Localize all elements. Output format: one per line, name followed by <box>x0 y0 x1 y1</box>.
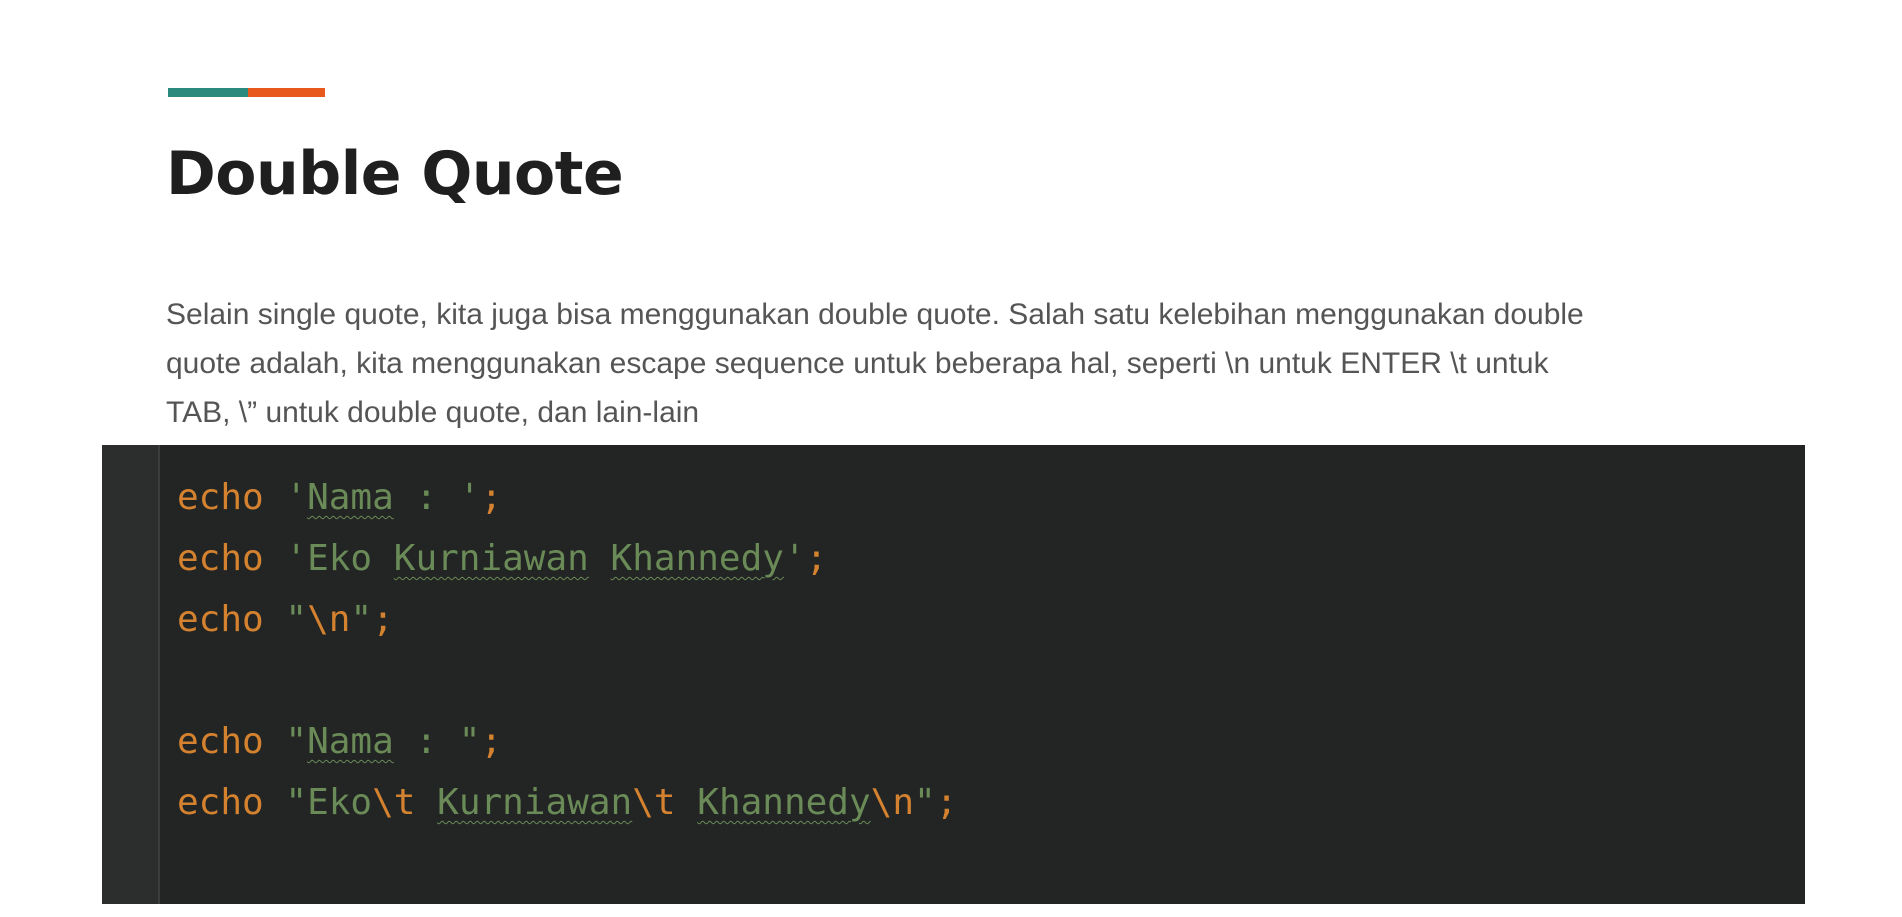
code-editor-panel: echo 'Nama : '; echo 'Eko Kurniawan Khann… <box>102 445 1805 904</box>
code-token: \n <box>307 599 351 640</box>
code-line: echo "Nama : "; <box>177 711 957 772</box>
code-token: ; <box>480 477 503 518</box>
code-token: " <box>350 599 373 640</box>
description-line-1: Selain single quote, kita juga bisa meng… <box>166 298 1584 331</box>
code-token: ' <box>285 477 308 518</box>
code-line: echo 'Eko Kurniawan Khannedy'; <box>177 528 957 589</box>
code-token: Khannedy <box>610 538 784 579</box>
code-token: : " <box>393 721 481 762</box>
code-token: echo <box>177 721 264 762</box>
code-token: Khannedy <box>697 782 871 823</box>
code-token: \t <box>632 782 676 823</box>
code-token: echo <box>177 599 264 640</box>
slide-title: Double Quote <box>166 139 624 209</box>
code-token: "Eko <box>285 782 373 823</box>
code-token: ' <box>783 538 806 579</box>
slide-description: Selain single quote, kita juga bisa meng… <box>166 290 1766 437</box>
code-token: ; <box>372 599 394 640</box>
code-token: \t <box>372 782 416 823</box>
code-token: Nama <box>307 721 394 762</box>
code-token: Kurniawan <box>393 538 589 579</box>
code-token: " <box>285 721 308 762</box>
code-gutter <box>102 445 160 904</box>
description-line-3: TAB, \” untuk double quote, dan lain-lai… <box>166 396 700 429</box>
code-token: Kurniawan <box>437 782 633 823</box>
code-token: echo <box>177 477 264 518</box>
description-line-2: quote adalah, kita menggunakan escape se… <box>166 347 1549 380</box>
code-token: \n <box>870 782 915 823</box>
code-token: ; <box>935 782 958 823</box>
code-block: echo 'Nama : '; echo 'Eko Kurniawan Khann… <box>177 467 957 833</box>
code-line: echo "Eko\t Kurniawan\t Khannedy\n"; <box>177 772 957 833</box>
code-token: : ' <box>393 477 481 518</box>
accent-orange-segment <box>248 88 325 97</box>
code-token: ; <box>480 721 503 762</box>
code-token: " <box>285 599 308 640</box>
code-token: echo <box>177 538 264 579</box>
code-token: echo <box>177 782 264 823</box>
accent-teal-segment <box>168 88 248 97</box>
code-token: " <box>914 782 936 823</box>
code-token: ; <box>805 538 828 579</box>
code-line: echo "\n"; <box>177 589 957 650</box>
title-accent-bar <box>168 88 325 97</box>
code-line: echo 'Nama : '; <box>177 467 957 528</box>
code-token: 'Eko <box>285 538 394 579</box>
code-token: Nama <box>307 477 394 518</box>
